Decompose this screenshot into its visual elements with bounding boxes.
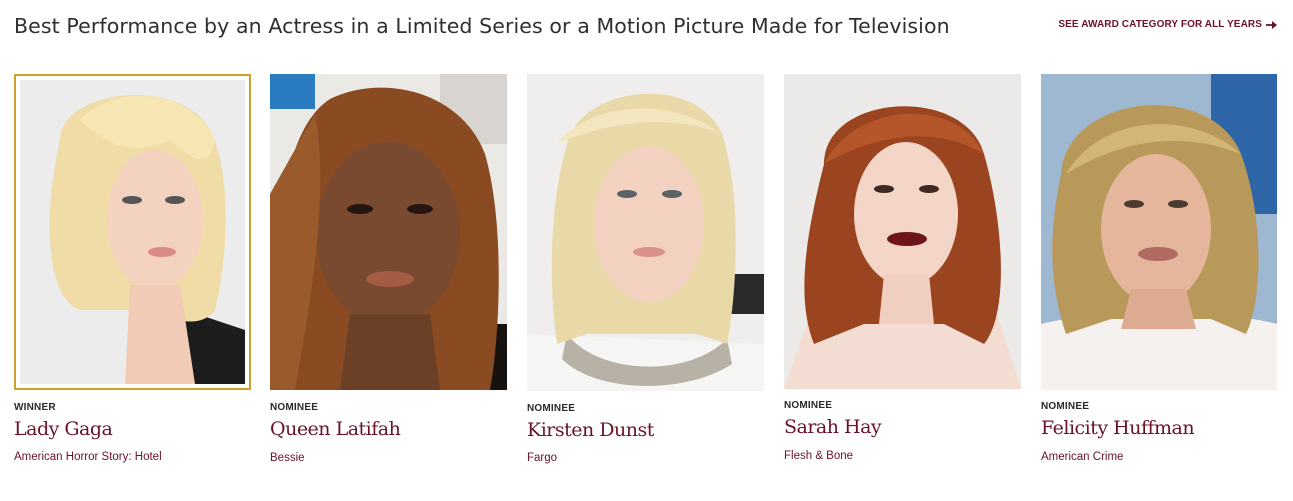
nominee-status: NOMINEE [1041,401,1090,412]
see-all-years-link[interactable]: SEE AWARD CATEGORY FOR ALL YEARS [1058,19,1279,30]
nominee-status: NOMINEE [270,402,319,413]
category-title: Best Performance by an Actress in a Limi… [14,14,950,38]
nominee-status: NOMINEE [784,400,833,411]
nominee-name[interactable]: Sarah Hay [784,416,882,438]
nominee-photo[interactable] [1041,74,1277,390]
portrait-image [270,74,507,390]
nominee-photo[interactable] [270,74,507,390]
nominee-work[interactable]: Fargo [527,452,557,464]
nominee-name[interactable]: Kirsten Dunst [527,419,654,441]
nominee-work[interactable]: American Horror Story: Hotel [14,451,162,463]
nominee-name[interactable]: Queen Latifah [270,418,401,440]
nominee-photo[interactable] [527,74,764,391]
nominee-card-queen-latifah[interactable]: NOMINEE Queen Latifah Bessie [270,74,507,474]
see-all-years-label: SEE AWARD CATEGORY FOR ALL YEARS [1058,19,1262,30]
category-header: Best Performance by an Actress in a Limi… [14,0,1279,56]
portrait-image [784,74,1021,389]
nominee-card-felicity-huffman[interactable]: NOMINEE Felicity Huffman American Crime [1041,74,1278,474]
nominee-status: NOMINEE [527,403,576,414]
nominee-name[interactable]: Felicity Huffman [1041,417,1195,439]
portrait-image [20,80,245,384]
portrait-image [1041,74,1277,390]
nominee-status: WINNER [14,402,56,413]
nominee-work[interactable]: Bessie [270,452,305,464]
nominee-photo[interactable] [784,74,1021,389]
arrow-right-icon [1266,20,1277,29]
nominee-work[interactable]: American Crime [1041,451,1123,463]
nominee-name[interactable]: Lady Gaga [14,418,113,440]
nominee-photo[interactable] [14,74,251,390]
nominee-card-kirsten-dunst[interactable]: NOMINEE Kirsten Dunst Fargo [527,74,764,474]
nominee-card-sarah-hay[interactable]: NOMINEE Sarah Hay Flesh & Bone [784,74,1021,474]
portrait-image [527,74,764,391]
nominee-work[interactable]: Flesh & Bone [784,450,853,462]
nominee-card-lady-gaga[interactable]: WINNER Lady Gaga American Horror Story: … [14,74,251,474]
